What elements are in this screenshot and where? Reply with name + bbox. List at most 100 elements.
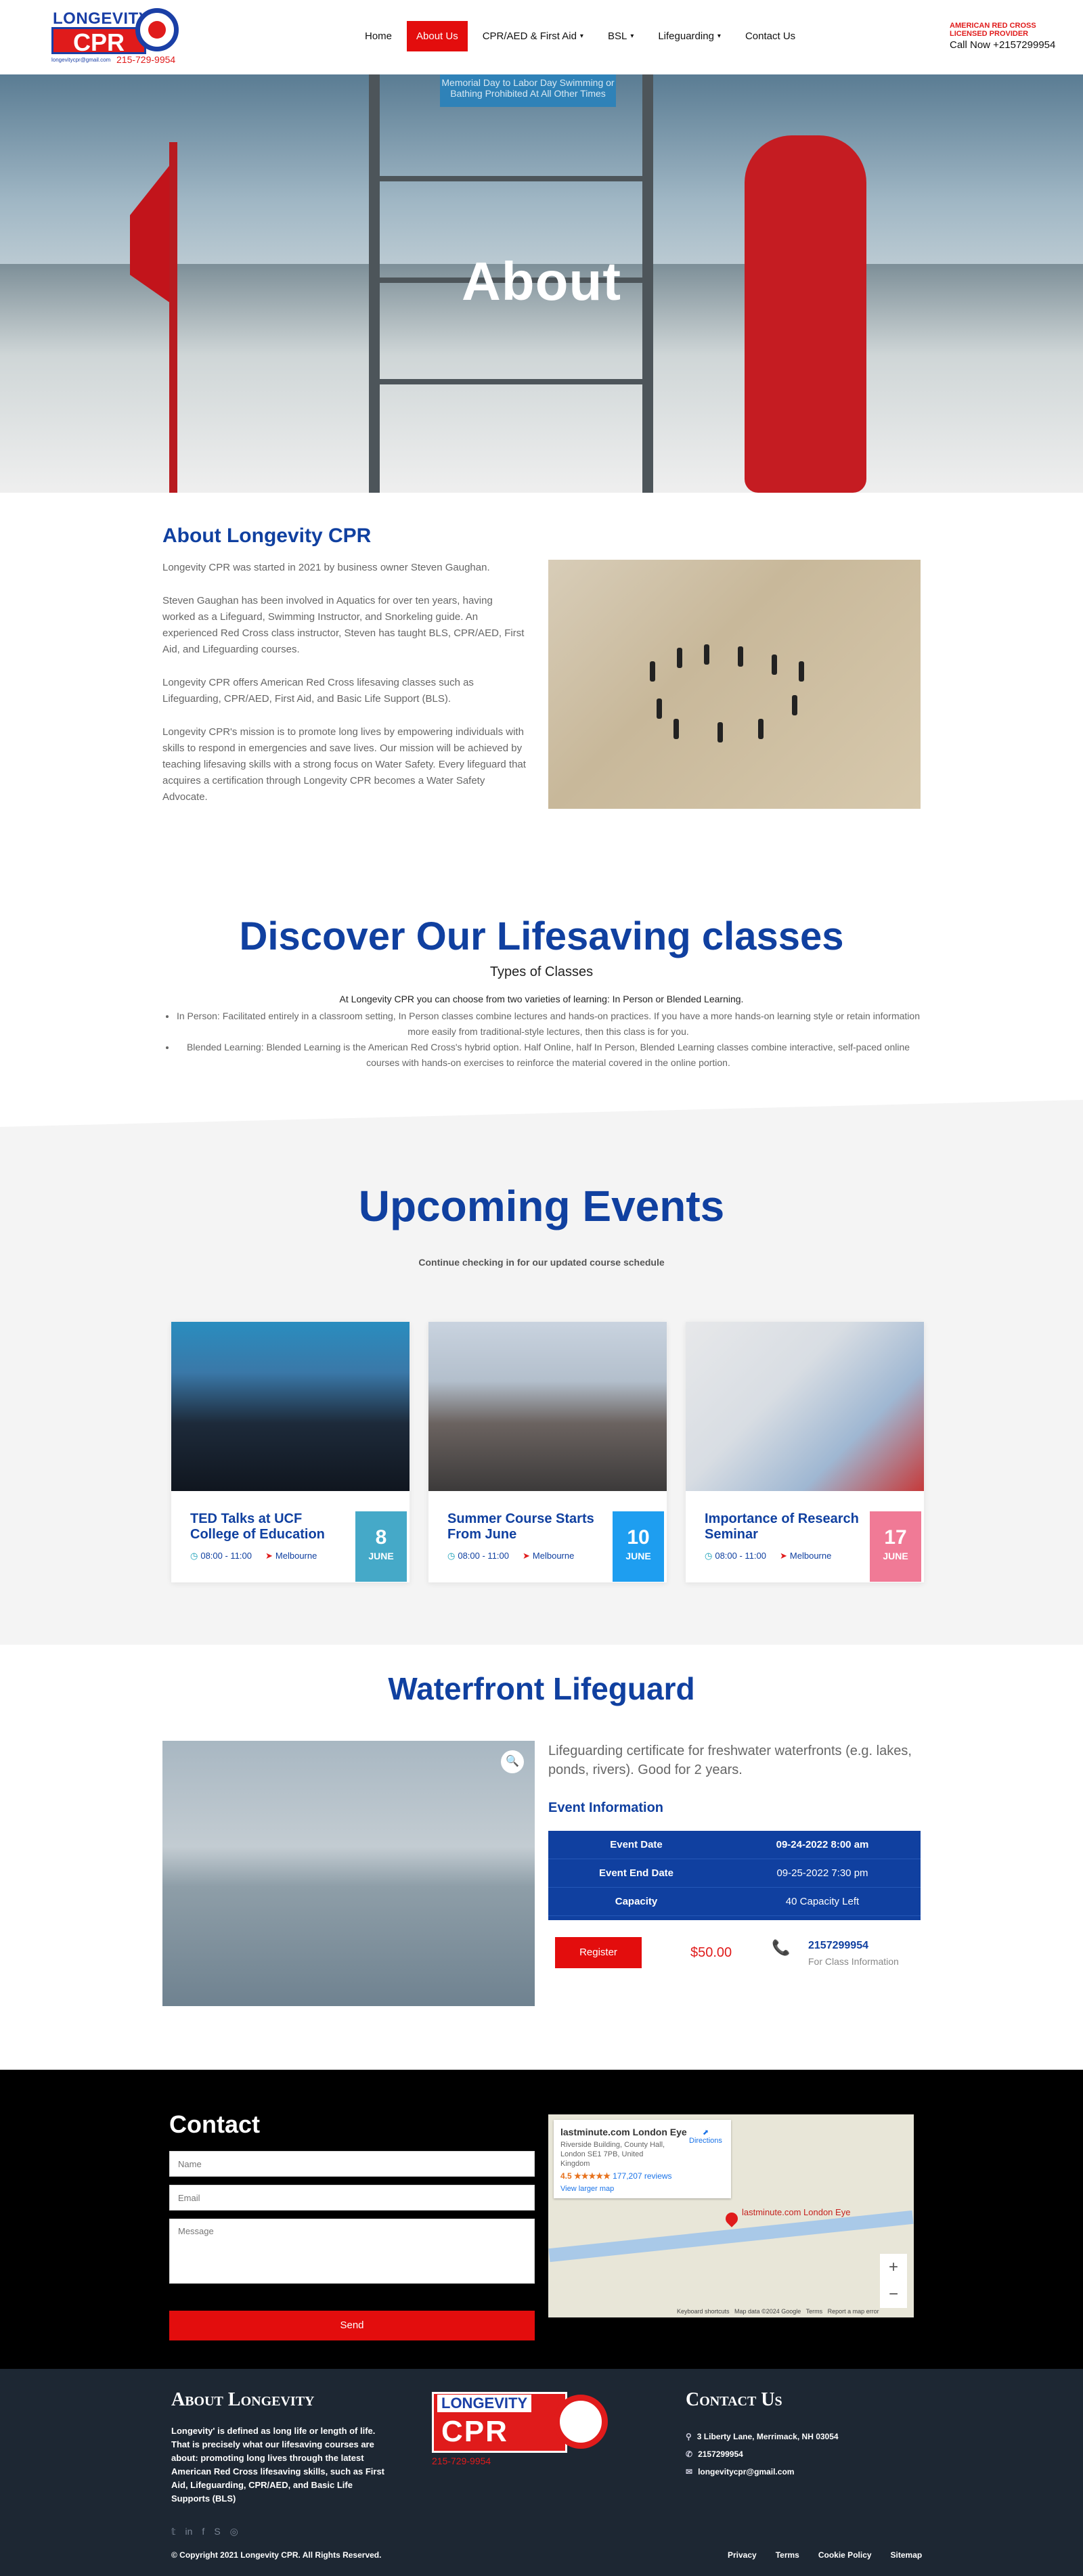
map-pin-icon[interactable]: [723, 2210, 741, 2227]
nav-label: Home: [365, 30, 393, 42]
zoom-in-icon[interactable]: +: [880, 2254, 907, 2281]
about-paragraph: Longevity CPR's mission is to promote lo…: [162, 726, 526, 803]
footer-logo-brand: LONGEVITY: [437, 2395, 532, 2412]
sitemap-link[interactable]: Sitemap: [891, 2550, 923, 2560]
footer-about-title: About Longevity: [171, 2389, 315, 2410]
name-input[interactable]: [169, 2151, 535, 2177]
person-figure: [772, 654, 777, 675]
footer-about-text: Longevity' is defined as long life or le…: [171, 2426, 385, 2504]
event-card[interactable]: TED Talks at UCF College of Education ◷ 0…: [171, 1322, 410, 1582]
event-day: 17: [884, 1526, 907, 1549]
register-button[interactable]: Register: [555, 1937, 642, 1968]
event-info-title: Event Information: [548, 1800, 664, 1815]
site-header: LONGEVITY CPR longevitycpr@gmail.com 215…: [0, 0, 1083, 74]
event-day: 10: [627, 1526, 650, 1549]
nav-contact-us[interactable]: Contact Us: [736, 21, 805, 51]
logo-phone: 215-729-9954: [116, 54, 176, 65]
location-arrow-icon: ➤: [780, 1551, 787, 1561]
event-title[interactable]: Importance of Research Seminar: [705, 1511, 867, 1542]
lifeguard-stand-image[interactable]: 🔍: [162, 1741, 535, 2006]
event-meta: ◷ 08:00 - 11:00 ➤ Melbourne: [705, 1551, 831, 1561]
about-section: About Longevity CPR Longevity CPR was st…: [162, 525, 921, 809]
event-place: ➤ Melbourne: [780, 1551, 831, 1561]
directions-icon: ⬈: [702, 2129, 709, 2137]
logo-email: longevitycpr@gmail.com: [51, 57, 111, 63]
event-date-badge: 8 JUNE: [355, 1511, 407, 1582]
privacy-link[interactable]: Privacy: [728, 2550, 757, 2560]
event-time: ◷ 08:00 - 11:00: [190, 1551, 252, 1561]
call-now-link[interactable]: Call Now +2157299954: [950, 39, 1071, 51]
linkedin-icon[interactable]: in: [185, 2526, 193, 2537]
embedded-map[interactable]: lastminute.com London Eye Riverside Buil…: [548, 2114, 914, 2317]
social-links: 𝕥 in f S ◎: [171, 2526, 238, 2537]
nav-home[interactable]: Home: [355, 21, 401, 51]
event-image[interactable]: [171, 1322, 410, 1491]
footer-logo[interactable]: LONGEVITY CPR 215-729-9954: [432, 2392, 608, 2466]
event-card[interactable]: Summer Course Starts From June ◷ 08:00 - …: [428, 1322, 667, 1582]
location-pin-icon: ⚲: [686, 2432, 692, 2441]
message-textarea[interactable]: [169, 2219, 535, 2284]
skype-icon[interactable]: S: [214, 2526, 220, 2537]
nav-bsl[interactable]: BSL ▾: [598, 21, 643, 51]
class-phone[interactable]: 2157299954: [808, 1940, 868, 1952]
email-input[interactable]: [169, 2185, 535, 2211]
page-title: About: [461, 251, 621, 311]
instagram-icon[interactable]: ◎: [230, 2526, 238, 2537]
hero-banner: Memorial Day to Labor Day Swimming or Ba…: [0, 74, 1083, 493]
event-place-text: Melbourne: [789, 1551, 832, 1561]
chevron-down-icon: ▾: [717, 32, 721, 40]
event-image[interactable]: [428, 1322, 667, 1491]
twitter-icon[interactable]: 𝕥: [171, 2526, 176, 2537]
footer-email[interactable]: ✉ longevitycpr@gmail.com: [686, 2467, 794, 2477]
event-meta: ◷ 08:00 - 11:00 ➤ Melbourne: [447, 1551, 574, 1561]
event-time-text: 08:00 - 11:00: [200, 1551, 252, 1561]
about-paragraph: Longevity CPR offers American Red Cross …: [162, 677, 474, 705]
site-logo[interactable]: LONGEVITY CPR longevitycpr@gmail.com 215…: [49, 7, 187, 66]
map-zoom-controls[interactable]: + −: [880, 2254, 907, 2308]
event-month: JUNE: [883, 1551, 908, 1561]
map-rating: 4.5 ★★★★★ 177,207 reviews: [560, 2171, 724, 2181]
directions-button[interactable]: ⬈ Directions: [689, 2128, 722, 2145]
event-card[interactable]: Importance of Research Seminar ◷ 08:00 - …: [686, 1322, 924, 1582]
event-place-text: Melbourne: [532, 1551, 575, 1561]
footer-address: ⚲ 3 Liberty Lane, Merrimack, NH 03054: [686, 2432, 839, 2441]
table-value: 09-24-2022 8:00 am: [776, 1839, 869, 1850]
main-nav: Home About Us CPR/AED & First Aid ▾ BSL ▾ …: [355, 20, 805, 51]
event-time-text: 08:00 - 11:00: [715, 1551, 766, 1561]
discover-title: Discover Our Lifesaving classes: [239, 914, 844, 958]
view-larger-map-link[interactable]: View larger map: [560, 2185, 724, 2193]
event-image[interactable]: [686, 1322, 924, 1491]
location-arrow-icon: ➤: [523, 1551, 530, 1561]
contact-title: Contact: [169, 2110, 260, 2138]
zoom-icon[interactable]: 🔍: [501, 1750, 524, 1773]
rating-stars: ★★★★★: [574, 2171, 611, 2181]
zoom-out-icon[interactable]: −: [880, 2281, 907, 2308]
table-value: 09-25-2022 7:30 pm: [776, 1867, 868, 1879]
footer-phone[interactable]: ✆ 2157299954: [686, 2449, 743, 2459]
discover-section: Discover Our Lifesaving classes Types of…: [0, 914, 1083, 1071]
class-types-list: In Person: Facilitated entirely in a cla…: [162, 1008, 921, 1071]
event-title[interactable]: Summer Course Starts From June: [447, 1511, 610, 1542]
terms-link[interactable]: Terms: [776, 2550, 799, 2560]
nav-label: CPR/AED & First Aid: [482, 30, 577, 42]
nav-about-us[interactable]: About Us: [407, 20, 468, 51]
event-month: JUNE: [368, 1551, 394, 1561]
person-figure: [657, 698, 662, 719]
nav-label: About Us: [416, 30, 458, 42]
reviews-link[interactable]: 177,207 reviews: [613, 2171, 671, 2181]
footer-logo-phone: 215-729-9954: [432, 2456, 491, 2466]
send-button[interactable]: Send: [169, 2311, 535, 2340]
event-place: ➤ Melbourne: [523, 1551, 574, 1561]
table-row: Capacity 40 Capacity Left: [548, 1888, 921, 1916]
copyright: © Copyright 2021 Longevity CPR. All Righ…: [171, 2550, 382, 2560]
nav-cpr-aed[interactable]: CPR/AED & First Aid ▾: [473, 21, 593, 51]
person-figure: [650, 661, 655, 682]
cookie-policy-link[interactable]: Cookie Policy: [818, 2550, 872, 2560]
event-place: ➤ Melbourne: [265, 1551, 317, 1561]
nav-lifeguarding[interactable]: Lifeguarding ▾: [648, 21, 730, 51]
clock-icon: ◷: [190, 1551, 198, 1561]
chevron-down-icon: ▾: [630, 32, 634, 40]
facebook-icon[interactable]: f: [202, 2526, 204, 2537]
flag-pole-image: [169, 142, 177, 493]
event-title[interactable]: TED Talks at UCF College of Education: [190, 1511, 353, 1542]
